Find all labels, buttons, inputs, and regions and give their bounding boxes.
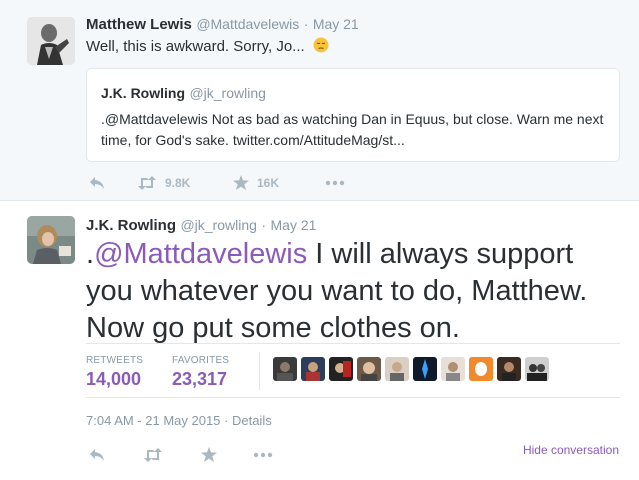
pensive-face-emoji-icon xyxy=(313,37,329,53)
star-icon xyxy=(201,447,217,462)
favoriter-avatar[interactable] xyxy=(413,357,437,381)
permalink-tweet: J.K. Rowling @jk_rowling · May 21 .@Matt… xyxy=(0,202,639,480)
favorite-button[interactable]: 16K xyxy=(233,175,325,190)
retweet-icon xyxy=(137,175,157,190)
favorites-stat[interactable]: FAVORITES 23,317 xyxy=(172,355,229,390)
favorite-button[interactable] xyxy=(201,447,253,462)
reply-icon xyxy=(89,176,105,190)
more-button[interactable] xyxy=(253,452,273,458)
context-tweet[interactable]: Matthew Lewis @Mattdavelewis · May 21 We… xyxy=(0,0,639,201)
author-handle[interactable]: @Mattdavelewis xyxy=(196,16,299,32)
separator-dot: · xyxy=(261,217,267,233)
favoriter-avatar[interactable] xyxy=(525,357,549,381)
more-dots-icon xyxy=(253,452,273,458)
stats-divider xyxy=(259,352,260,390)
star-icon xyxy=(233,175,249,190)
quoted-tweet-header: J.K. Rowling @jk_rowling xyxy=(101,85,266,103)
retweet-count: 9.8K xyxy=(165,175,191,190)
reply-button[interactable] xyxy=(89,448,143,462)
reply-button[interactable] xyxy=(89,176,137,190)
separator-dot: · xyxy=(303,16,309,32)
retweets-value: 14,000 xyxy=(86,369,142,389)
more-dots-icon xyxy=(325,180,345,186)
retweets-stat[interactable]: RETWEETS 14,000 xyxy=(86,355,143,390)
retweets-label: RETWEETS xyxy=(86,355,144,366)
more-button[interactable] xyxy=(325,180,345,186)
quoted-tweet-text: .@Mattdavelewis Not as bad as watching D… xyxy=(101,111,604,148)
tweet-date[interactable]: May 21 xyxy=(313,16,359,32)
favoriter-avatar[interactable] xyxy=(469,357,493,381)
favoriter-avatar[interactable] xyxy=(329,357,353,381)
retweet-icon xyxy=(143,447,163,462)
retweet-button[interactable] xyxy=(143,447,201,462)
favoriter-avatar[interactable] xyxy=(385,357,409,381)
quoted-author-name: J.K. Rowling xyxy=(101,85,185,101)
hide-conversation-link[interactable]: Hide conversation xyxy=(523,443,619,457)
tweet-text-content: Well, this is awkward. Sorry, Jo... xyxy=(86,38,305,55)
retweet-button[interactable]: 9.8K xyxy=(137,175,233,190)
favoriters-avatars xyxy=(273,357,553,381)
quoted-author-handle: @jk_rowling xyxy=(189,85,266,101)
favorite-count: 16K xyxy=(257,175,280,190)
favorites-value: 23,317 xyxy=(172,369,228,389)
author-name[interactable]: Matthew Lewis xyxy=(86,16,192,33)
tweet-text-prefix: . xyxy=(86,238,95,270)
tweet-text: .@Mattdavelewis I will always support yo… xyxy=(86,236,626,347)
tweet-stats: RETWEETS 14,000 FAVORITES 23,317 xyxy=(86,343,620,398)
tweet-date[interactable]: May 21 xyxy=(271,217,317,233)
favoriter-avatar[interactable] xyxy=(273,357,297,381)
avatar-jk-rowling[interactable] xyxy=(27,216,75,264)
avatar-matthew-lewis[interactable] xyxy=(27,17,75,65)
favoriter-avatar[interactable] xyxy=(441,357,465,381)
author-handle[interactable]: @jk_rowling xyxy=(180,217,256,233)
tweet-header: Matthew Lewis @Mattdavelewis · May 21 xyxy=(86,16,359,34)
tweet-actions: 9.8K 16K xyxy=(89,175,345,190)
tweet-text: Well, this is awkward. Sorry, Jo... xyxy=(86,37,329,55)
tweet-header: J.K. Rowling @jk_rowling · May 21 xyxy=(86,217,316,235)
tweet-actions xyxy=(89,447,273,462)
favoriter-avatar[interactable] xyxy=(357,357,381,381)
favorites-label: FAVORITES xyxy=(172,355,230,366)
reply-icon xyxy=(89,448,105,462)
favoriter-avatar[interactable] xyxy=(497,357,521,381)
mention-link[interactable]: @Mattdavelewis xyxy=(94,238,307,270)
author-name[interactable]: J.K. Rowling xyxy=(86,217,176,234)
tweet-timestamp[interactable]: 7:04 AM - 21 May 2015 · Details xyxy=(86,413,272,428)
favoriter-avatar[interactable] xyxy=(301,357,325,381)
quoted-tweet[interactable]: J.K. Rowling @jk_rowling .@Mattdavelewis… xyxy=(86,68,620,162)
